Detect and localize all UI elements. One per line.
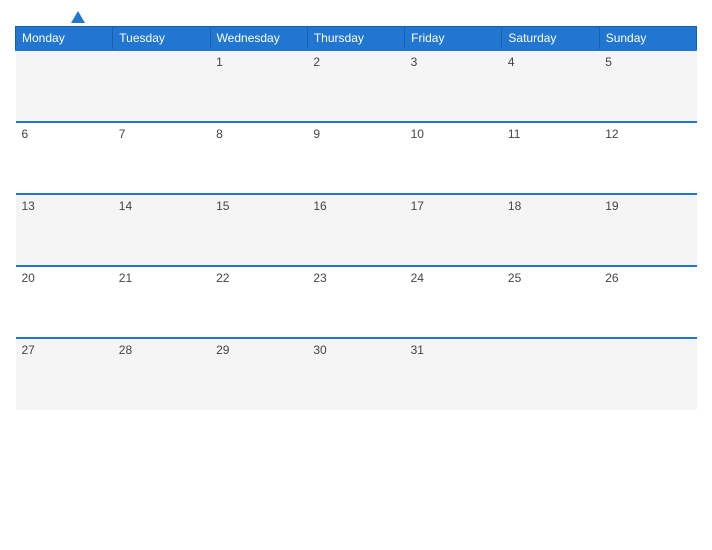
day-number: 30 (313, 343, 326, 357)
calendar-day-cell: 11 (502, 122, 599, 194)
day-number: 23 (313, 271, 326, 285)
day-number: 20 (22, 271, 35, 285)
calendar-day-cell: 1 (210, 50, 307, 122)
col-friday: Friday (405, 27, 502, 51)
calendar-day-cell (16, 50, 113, 122)
calendar-day-cell: 12 (599, 122, 696, 194)
calendar-day-cell: 18 (502, 194, 599, 266)
calendar-day-cell (502, 338, 599, 410)
day-number: 19 (605, 199, 618, 213)
day-number: 31 (411, 343, 424, 357)
calendar-day-cell: 8 (210, 122, 307, 194)
calendar-day-cell: 31 (405, 338, 502, 410)
calendar-day-cell: 24 (405, 266, 502, 338)
day-number: 4 (508, 55, 515, 69)
day-number: 17 (411, 199, 424, 213)
day-number: 9 (313, 127, 320, 141)
calendar-day-cell (599, 338, 696, 410)
calendar-day-cell: 3 (405, 50, 502, 122)
calendar-day-cell: 22 (210, 266, 307, 338)
calendar-day-cell: 5 (599, 50, 696, 122)
calendar-table: Monday Tuesday Wednesday Thursday Friday… (15, 26, 697, 410)
calendar-day-cell: 25 (502, 266, 599, 338)
calendar-day-cell: 29 (210, 338, 307, 410)
calendar-day-cell: 28 (113, 338, 210, 410)
calendar-day-cell: 13 (16, 194, 113, 266)
day-number: 6 (22, 127, 29, 141)
day-number: 2 (313, 55, 320, 69)
day-number: 11 (508, 127, 520, 141)
day-number: 13 (22, 199, 35, 213)
day-number: 3 (411, 55, 418, 69)
calendar-week-row: 1 2 3 4 5 (16, 50, 697, 122)
calendar-day-cell: 4 (502, 50, 599, 122)
calendar-week-row: 13 14 15 16 17 18 19 (16, 194, 697, 266)
day-number: 5 (605, 55, 612, 69)
calendar-day-cell: 7 (113, 122, 210, 194)
col-thursday: Thursday (307, 27, 404, 51)
calendar-day-cell: 27 (16, 338, 113, 410)
calendar-header (15, 10, 697, 18)
calendar-day-cell: 14 (113, 194, 210, 266)
day-number: 28 (119, 343, 132, 357)
calendar-day-cell: 2 (307, 50, 404, 122)
col-saturday: Saturday (502, 27, 599, 51)
day-number: 22 (216, 271, 229, 285)
calendar-day-cell: 10 (405, 122, 502, 194)
calendar-day-cell: 20 (16, 266, 113, 338)
day-number: 8 (216, 127, 223, 141)
day-number: 29 (216, 343, 229, 357)
day-number: 14 (119, 199, 132, 213)
day-number: 7 (119, 127, 126, 141)
logo-triangle-icon (71, 11, 85, 23)
calendar-day-cell: 16 (307, 194, 404, 266)
col-wednesday: Wednesday (210, 27, 307, 51)
day-number: 16 (313, 199, 326, 213)
day-number: 15 (216, 199, 229, 213)
calendar-day-cell: 30 (307, 338, 404, 410)
calendar-day-cell (113, 50, 210, 122)
day-number: 18 (508, 199, 521, 213)
day-number: 10 (411, 127, 424, 141)
calendar-page: Monday Tuesday Wednesday Thursday Friday… (0, 0, 712, 550)
day-number: 12 (605, 127, 618, 141)
day-number: 27 (22, 343, 35, 357)
calendar-day-cell: 15 (210, 194, 307, 266)
calendar-week-row: 6 7 8 9 10 11 12 (16, 122, 697, 194)
calendar-day-cell: 26 (599, 266, 696, 338)
calendar-week-row: 27 28 29 30 31 (16, 338, 697, 410)
calendar-day-cell: 9 (307, 122, 404, 194)
day-number: 25 (508, 271, 521, 285)
calendar-day-cell: 19 (599, 194, 696, 266)
calendar-day-cell: 23 (307, 266, 404, 338)
day-number: 24 (411, 271, 424, 285)
day-number: 1 (216, 55, 223, 69)
col-monday: Monday (16, 27, 113, 51)
calendar-day-cell: 6 (16, 122, 113, 194)
calendar-day-cell: 17 (405, 194, 502, 266)
day-number: 21 (119, 271, 132, 285)
calendar-day-cell: 21 (113, 266, 210, 338)
day-number: 26 (605, 271, 618, 285)
calendar-header-row: Monday Tuesday Wednesday Thursday Friday… (16, 27, 697, 51)
col-sunday: Sunday (599, 27, 696, 51)
col-tuesday: Tuesday (113, 27, 210, 51)
calendar-week-row: 20 21 22 23 24 25 26 (16, 266, 697, 338)
